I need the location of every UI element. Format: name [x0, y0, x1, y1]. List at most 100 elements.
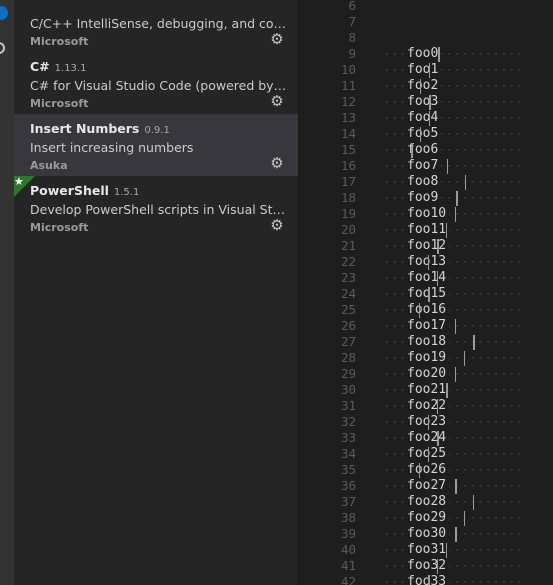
editor-line[interactable]: 22 foo13 — [299, 254, 553, 270]
editor-line[interactable]: 37 foo28 — [299, 494, 553, 510]
editor-line[interactable]: 35 foo26 — [299, 462, 553, 478]
code-text: foo4 — [407, 110, 442, 126]
line-number: 32 — [340, 414, 356, 429]
activity-bar — [0, 0, 14, 585]
editor-line[interactable]: 29 foo20 — [299, 366, 553, 382]
editor-line[interactable]: 40 foo31 — [299, 542, 553, 558]
extension-name: PowerShell — [30, 183, 109, 198]
text-cursor — [420, 79, 421, 94]
editor-line[interactable]: 32 foo23 — [299, 414, 553, 430]
line-number: 42 — [340, 574, 356, 585]
code-editor[interactable]: 6 7 8 9 foo0 10 foo1 11 foo2 12 foo3 13 foo4 14 foo5 15… — [299, 0, 553, 585]
line-number: 7 — [348, 14, 356, 29]
code-text: foo10 — [407, 206, 450, 222]
extension-header — [30, 0, 298, 14]
code-text: foo28 — [407, 494, 450, 510]
editor-line[interactable]: 17 foo8 — [299, 174, 553, 190]
extension-header: PowerShell 1.5.1 — [30, 180, 298, 200]
editor-line[interactable]: 25 foo16 — [299, 302, 553, 318]
whitespace-dots — [383, 350, 523, 366]
editor-line[interactable]: 34 foo25 — [299, 446, 553, 462]
editor-line[interactable]: 12 foo3 — [299, 94, 553, 110]
editor-line[interactable]: 19 foo10 — [299, 206, 553, 222]
code-text: foo1 — [407, 62, 442, 78]
extension-item[interactable]: C# 1.13.1 C# for Visual Studio Code (power… — [14, 52, 298, 114]
editor-line: 7 — [299, 14, 553, 30]
whitespace-dots — [383, 494, 523, 510]
code-text: foo21 — [407, 382, 450, 398]
code-text: foo8 — [407, 174, 442, 190]
editor-line[interactable]: 30 foo21 — [299, 382, 553, 398]
whitespace-dots — [383, 94, 523, 110]
code-text: foo3 — [407, 94, 442, 110]
editor-line[interactable]: 13 foo4 — [299, 110, 553, 126]
editor-line[interactable]: 38 foo29 — [299, 510, 553, 526]
text-cursor — [437, 271, 438, 286]
text-cursor — [428, 447, 429, 462]
text-cursor — [437, 431, 439, 446]
whitespace-dots — [383, 510, 523, 526]
whitespace-dots — [383, 110, 523, 126]
line-number: 13 — [340, 110, 356, 125]
line-number: 27 — [340, 334, 356, 349]
code-text: foo32 — [407, 558, 450, 574]
editor-line[interactable]: 28 foo19 — [299, 350, 553, 366]
whitespace-dots — [383, 430, 523, 446]
whitespace-dots — [383, 78, 523, 94]
editor-line[interactable]: 26 foo17 — [299, 318, 553, 334]
editor-line[interactable]: 11 foo2 — [299, 78, 553, 94]
line-number: 36 — [340, 478, 356, 493]
line-number: 38 — [340, 510, 356, 525]
extension-item[interactable]: ★ PowerShell 1.5.1 Develop PowerShell scrip… — [14, 176, 298, 238]
editor-line[interactable]: 36 foo27 — [299, 478, 553, 494]
code-text: foo16 — [407, 302, 450, 318]
code-text: foo18 — [407, 334, 450, 350]
editor-line[interactable]: 23 foo14 — [299, 270, 553, 286]
text-cursor — [456, 191, 458, 206]
line-number: 33 — [340, 430, 356, 445]
whitespace-dots — [383, 398, 523, 414]
editor-line[interactable]: 9 foo0 — [299, 46, 553, 62]
whitespace-dots — [383, 174, 523, 190]
text-cursor — [437, 559, 438, 574]
extension-version: 1.5.1 — [113, 187, 140, 198]
editor-line[interactable]: 42 foo33 — [299, 574, 553, 585]
whitespace-dots — [383, 270, 523, 286]
editor-line[interactable]: 33 foo24 — [299, 430, 553, 446]
editor-line[interactable]: 18 foo9 — [299, 190, 553, 206]
editor-line[interactable]: 15 foo6 — [299, 142, 553, 158]
editor-line[interactable]: 21 foo12 — [299, 238, 553, 254]
whitespace-dots — [383, 462, 523, 478]
extension-item[interactable]: C/C++ IntelliSense, debugging, and code … — [14, 0, 298, 52]
extension-name: C# — [30, 59, 50, 74]
text-cursor — [465, 175, 466, 190]
whitespace-dots — [383, 238, 523, 254]
editor-line[interactable]: 31 foo22 — [299, 398, 553, 414]
text-cursor — [428, 255, 429, 270]
code-text: foo27 — [407, 478, 450, 494]
activity-icon[interactable] — [0, 42, 5, 54]
editor-line[interactable]: 41 foo32 — [299, 558, 553, 574]
gear-icon[interactable]: ⚙ — [269, 217, 285, 233]
text-cursor — [437, 239, 439, 254]
star-icon: ★ — [14, 175, 24, 188]
extension-item[interactable]: Insert Numbers 0.9.1 Insert increasing num… — [14, 114, 298, 176]
text-cursor — [446, 383, 448, 398]
editor-line[interactable]: 24 foo15 — [299, 286, 553, 302]
gear-icon[interactable]: ⚙ — [269, 93, 285, 109]
extension-version: 0.9.1 — [144, 125, 170, 136]
editor-line[interactable]: 16 foo7 — [299, 158, 553, 174]
editor-line[interactable]: 27 foo18 — [299, 334, 553, 350]
code-text: foo17 — [407, 318, 450, 334]
extension-header: Insert Numbers 0.9.1 — [30, 118, 298, 138]
gear-icon[interactable]: ⚙ — [269, 155, 285, 171]
extension-name: Insert Numbers — [30, 121, 140, 136]
editor-line[interactable]: 14 foo5 — [299, 126, 553, 142]
whitespace-dots — [383, 46, 523, 62]
gear-icon[interactable]: ⚙ — [269, 31, 285, 47]
editor-line[interactable]: 10 foo1 — [299, 62, 553, 78]
extension-header: C# 1.13.1 — [30, 56, 298, 76]
whitespace-dots — [383, 334, 523, 350]
editor-line[interactable]: 20 foo11 — [299, 222, 553, 238]
editor-line[interactable]: 39 foo30 — [299, 526, 553, 542]
